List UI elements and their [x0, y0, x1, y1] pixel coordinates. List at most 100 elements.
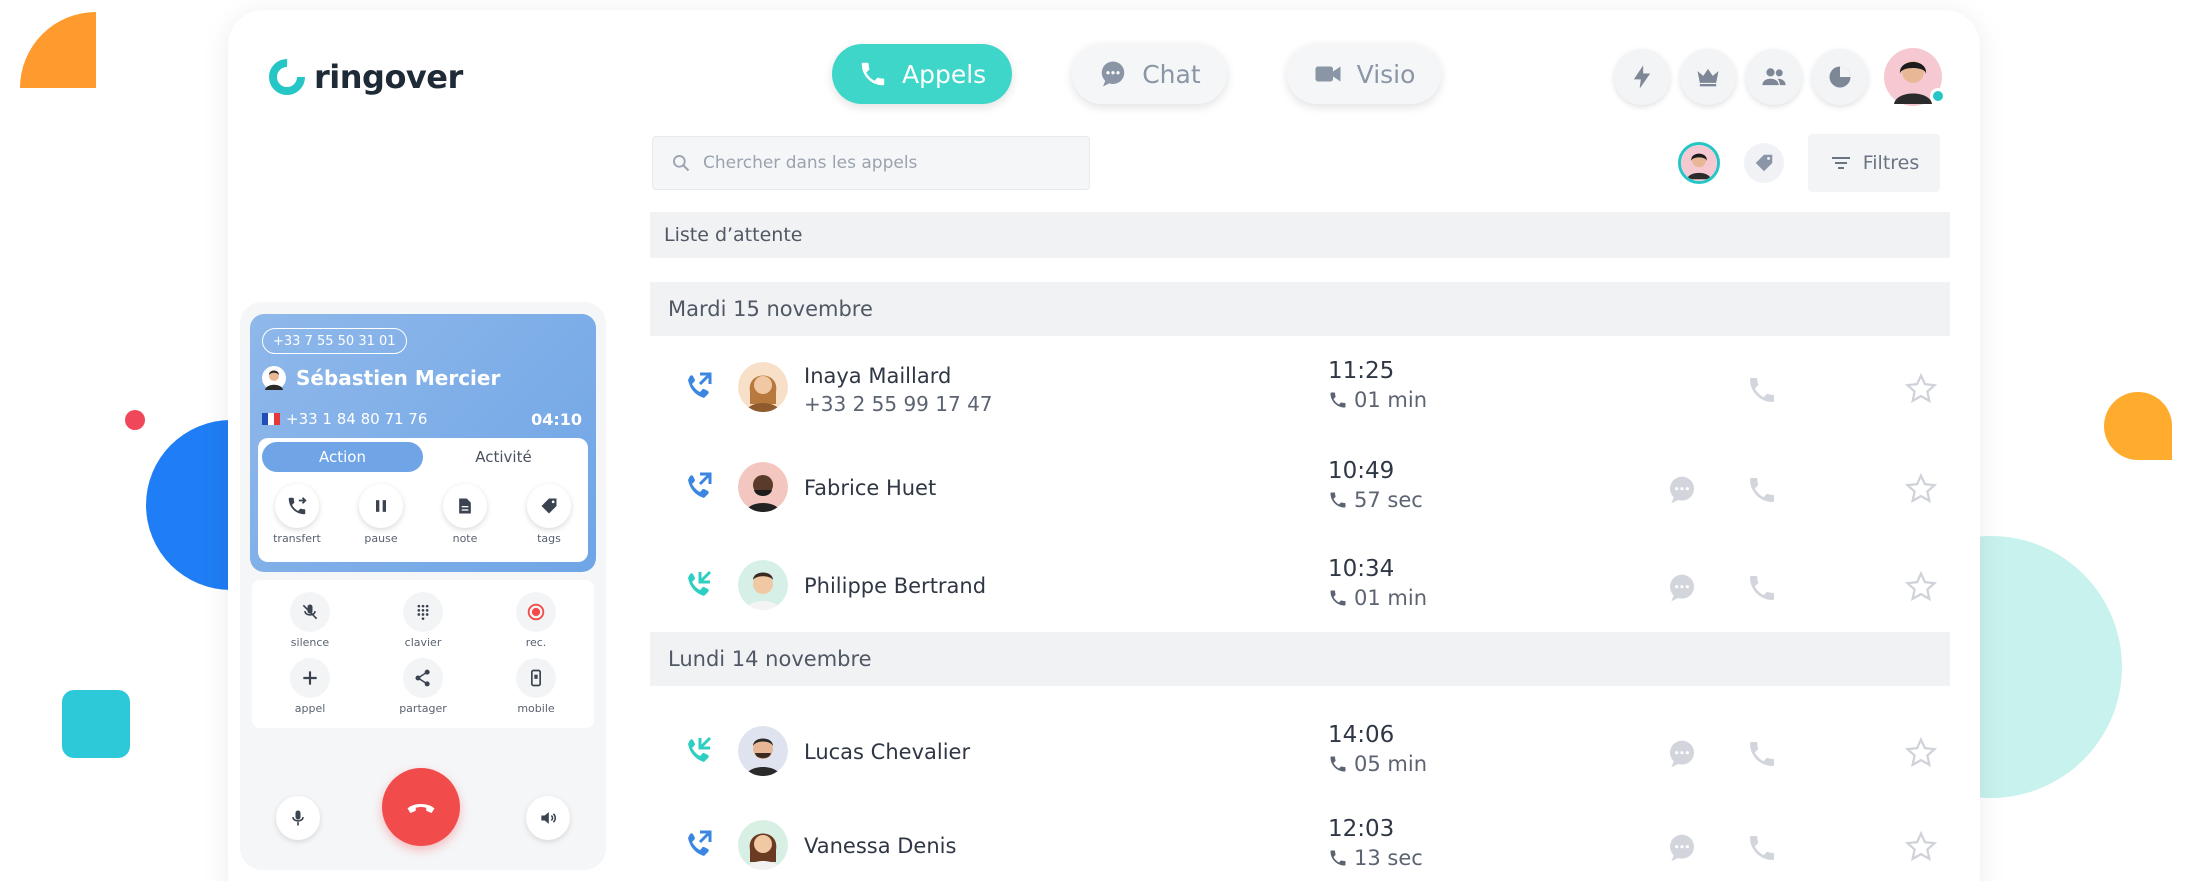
online-status-dot — [1930, 88, 1946, 104]
hangup-icon — [407, 804, 435, 813]
share-button[interactable]: partager — [383, 658, 463, 715]
tab-visio[interactable]: Visio — [1286, 44, 1442, 104]
caller-number-row: +33 1 84 80 71 76 — [262, 410, 427, 428]
star-icon[interactable] — [1904, 372, 1938, 406]
search-input[interactable]: Chercher dans les appels — [703, 153, 917, 173]
contact-number: +33 2 55 99 17 47 — [804, 392, 993, 416]
tab-chat[interactable]: Chat — [1072, 44, 1227, 104]
ringover-logo-icon — [269, 59, 305, 95]
mobile-button[interactable]: mobile — [496, 658, 576, 715]
contact-avatar — [738, 726, 788, 776]
call-back-icon[interactable] — [1746, 832, 1778, 864]
call-actions: transfert pause note tags — [258, 484, 588, 545]
segment-action[interactable]: Action — [262, 442, 423, 472]
transfer-icon — [288, 497, 307, 515]
outgoing-call-icon — [688, 472, 712, 498]
table-row[interactable]: Inaya Maillard +33 2 55 99 17 47 11:25 0… — [650, 348, 1950, 428]
lightning-icon — [1633, 65, 1651, 89]
mobile-icon — [531, 669, 541, 687]
day-header: Mardi 15 novembre — [650, 282, 1950, 336]
dialed-number-pill[interactable]: +33 7 55 50 31 01 — [262, 328, 407, 354]
note-button[interactable]: note — [434, 484, 496, 545]
chat-bubble-icon[interactable] — [1666, 474, 1698, 506]
call-duration: 57 sec — [1328, 488, 1423, 512]
contact-name: Vanessa Denis — [804, 834, 957, 858]
mobile-label: mobile — [517, 702, 555, 715]
record-label: rec. — [525, 636, 547, 649]
mute-button[interactable]: silence — [270, 592, 350, 649]
call-back-icon[interactable] — [1746, 572, 1778, 604]
tab-appels[interactable]: Appels — [832, 44, 1013, 104]
main-tabs: Appels Chat Visio — [832, 44, 1442, 104]
star-icon[interactable] — [1904, 570, 1938, 604]
deco-orange-quarter — [20, 12, 96, 88]
star-icon[interactable] — [1904, 736, 1938, 770]
crown-button[interactable] — [1680, 49, 1736, 105]
speaker-button[interactable] — [526, 796, 570, 840]
stats-button[interactable] — [1812, 49, 1868, 105]
tag-icon — [541, 498, 557, 514]
hangup-button[interactable] — [382, 768, 460, 846]
phone-icon — [861, 62, 885, 86]
chat-bubble-icon[interactable] — [1666, 738, 1698, 770]
call-time: 12:03 — [1328, 816, 1395, 842]
day-label: Lundi 14 novembre — [668, 647, 872, 671]
pause-label: pause — [364, 532, 398, 545]
microphone-button[interactable] — [276, 796, 320, 840]
call-timer: 04:10 — [531, 410, 582, 429]
call-back-icon[interactable] — [1746, 738, 1778, 770]
day-header: Lundi 14 novembre — [650, 632, 1950, 686]
phone-small-icon — [1330, 850, 1346, 866]
call-actions-panel: Action Activité transfert pause note tag… — [258, 438, 588, 562]
waitlist-header[interactable]: Liste d’attente — [650, 212, 1950, 258]
star-icon[interactable] — [1904, 472, 1938, 506]
star-icon[interactable] — [1904, 830, 1938, 864]
call-back-icon[interactable] — [1746, 374, 1778, 406]
tag-icon — [1755, 154, 1773, 172]
active-call-card: +33 7 55 50 31 01 Sébastien Mercier +33 … — [250, 314, 596, 572]
call-duration-value: 01 min — [1354, 586, 1427, 610]
lightning-button[interactable] — [1614, 49, 1670, 105]
call-time: 10:49 — [1328, 458, 1395, 484]
caller-number: +33 1 84 80 71 76 — [286, 410, 428, 428]
phone-small-icon — [1330, 590, 1346, 606]
filters-button[interactable]: Filtres — [1808, 134, 1940, 192]
pause-button[interactable]: pause — [350, 484, 412, 545]
mute-label: silence — [290, 636, 330, 649]
caller-info: Sébastien Mercier — [262, 366, 500, 390]
tab-visio-label: Visio — [1356, 59, 1416, 89]
transfer-label: transfert — [273, 532, 321, 545]
tag-filter-button[interactable] — [1744, 143, 1784, 183]
add-call-button[interactable]: appel — [270, 658, 350, 715]
contact-avatar — [738, 560, 788, 610]
contact-name: Inaya Maillard — [804, 364, 952, 388]
record-icon — [527, 603, 545, 621]
transfer-button[interactable]: transfert — [266, 484, 328, 545]
pause-icon — [376, 500, 386, 512]
phone-small-icon — [1330, 756, 1346, 772]
tags-button[interactable]: tags — [518, 484, 580, 545]
record-button[interactable]: rec. — [496, 592, 576, 649]
add-call-label: appel — [294, 702, 326, 715]
chat-bubble-icon[interactable] — [1666, 572, 1698, 604]
contact-name: Philippe Bertrand — [804, 574, 987, 598]
segmented-control: Action Activité — [262, 442, 584, 472]
france-flag-icon — [262, 413, 280, 425]
contact-name: Lucas Chevalier — [804, 740, 971, 764]
segment-activite[interactable]: Activité — [423, 442, 584, 472]
mic-off-icon — [302, 604, 318, 620]
keypad-button[interactable]: clavier — [383, 592, 463, 649]
users-button[interactable] — [1746, 49, 1802, 105]
search-box[interactable]: Chercher dans les appels — [652, 136, 1090, 190]
chat-bubble-icon[interactable] — [1666, 832, 1698, 864]
agent-filter-avatar[interactable] — [1678, 142, 1720, 184]
table-row[interactable]: Vanessa Denis 12:03 13 sec — [650, 806, 1950, 881]
table-row[interactable]: Fabrice Huet 10:49 57 sec — [650, 448, 1950, 528]
call-duration-value: 57 sec — [1354, 488, 1423, 512]
table-row[interactable]: Philippe Bertrand 10:34 01 min — [650, 546, 1950, 626]
call-back-icon[interactable] — [1746, 474, 1778, 506]
brand-logo[interactable]: ringover — [268, 58, 463, 96]
user-avatar[interactable] — [1884, 48, 1946, 106]
contact-avatar — [738, 362, 788, 412]
table-row[interactable]: Lucas Chevalier 14:06 05 min — [650, 712, 1950, 792]
